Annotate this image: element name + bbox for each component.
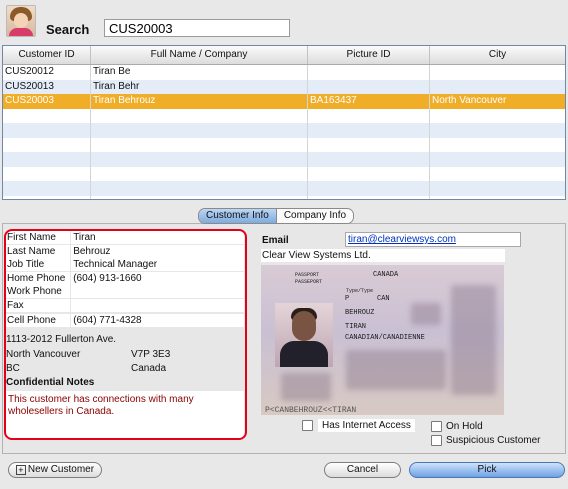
on-hold-label: On Hold (446, 421, 483, 432)
internet-access-checkbox[interactable] (302, 420, 313, 431)
empty-row (3, 181, 565, 196)
on-hold-option[interactable]: On Hold (431, 421, 483, 432)
cell (430, 80, 565, 95)
column-header-picture-id[interactable]: Picture ID (308, 46, 430, 64)
empty-row (3, 108, 565, 123)
cell (308, 65, 430, 80)
picture-id-image[interactable]: PASSPORT PASSEPORT CANADA Type/Type P CA… (261, 265, 504, 415)
cell: CUS20003 (3, 94, 91, 109)
passport-mrz: P<CANBEHROUZ<<TIRAN (265, 406, 357, 415)
suspicious-customer-checkbox[interactable] (431, 435, 442, 446)
suspicious-customer-option[interactable]: Suspicious Customer (431, 435, 540, 446)
passport-header-fr: PASSEPORT (295, 279, 323, 285)
column-header-full-name[interactable]: Full Name / Company (91, 46, 308, 64)
cell: Tiran Be (91, 65, 308, 80)
on-hold-checkbox[interactable] (431, 421, 442, 432)
cell: Tiran Behr (91, 79, 308, 94)
table-row-selected[interactable]: CUS20003 Tiran Behrouz BA163437 North Va… (3, 94, 565, 109)
suspicious-customer-label: Suspicious Customer (446, 435, 541, 446)
tab-customer-info[interactable]: Customer Info (199, 209, 276, 223)
passport-nationality: CANADIAN/CANADIENNE (345, 334, 425, 342)
empty-row (3, 166, 565, 181)
table-row[interactable]: CUS20012 Tiran Be (3, 65, 565, 80)
cell: CUS20012 (3, 65, 91, 80)
search-label: Search (46, 22, 90, 37)
column-header-customer-id[interactable]: Customer ID (3, 46, 91, 64)
company-name: Clear View Systems Ltd. (261, 249, 505, 262)
passport-given-name: TIRAN (345, 323, 367, 331)
search-input[interactable] (104, 19, 290, 37)
passport-code: CAN (377, 295, 390, 303)
new-customer-button[interactable]: + New Customer (8, 462, 102, 478)
empty-row (3, 195, 565, 199)
passport-type-label: Type/Type (346, 288, 374, 294)
tab-company-info[interactable]: Company Info (275, 209, 354, 223)
passport-photo (275, 303, 333, 367)
plus-icon: + (15, 465, 26, 475)
new-customer-label: New Customer (27, 464, 95, 475)
customer-table[interactable]: Customer ID Full Name / Company Picture … (2, 45, 566, 200)
internet-access-option[interactable]: Has Internet Access (302, 419, 415, 432)
empty-row (3, 137, 565, 152)
cell (308, 79, 430, 94)
email-field[interactable]: tiran@clearviewsys.com (345, 232, 521, 247)
passport-header: PASSPORT (295, 272, 320, 278)
table-row[interactable]: CUS20013 Tiran Behr (3, 79, 565, 95)
cell (430, 65, 565, 80)
email-label: Email (262, 235, 289, 246)
table-header: Customer ID Full Name / Company Picture … (3, 46, 565, 65)
passport-country: CANADA (373, 271, 399, 279)
empty-row (3, 152, 565, 167)
pick-button[interactable]: Pick (409, 462, 565, 478)
highlight-box (4, 229, 247, 440)
info-tabs: Customer Info Company Info (198, 208, 355, 224)
internet-access-label: Has Internet Access (318, 419, 415, 432)
column-header-city[interactable]: City (430, 46, 565, 64)
passport-type: P (345, 295, 350, 303)
cell: North Vancouver (432, 95, 507, 106)
cell: CUS20013 (3, 79, 91, 94)
cancel-button[interactable]: Cancel (324, 462, 401, 478)
passport-surname: BEHROUZ (345, 309, 375, 317)
user-avatar (6, 5, 36, 37)
cell: BA163437 (308, 94, 430, 109)
cell: Tiran Behrouz (91, 94, 308, 109)
empty-row (3, 123, 565, 138)
